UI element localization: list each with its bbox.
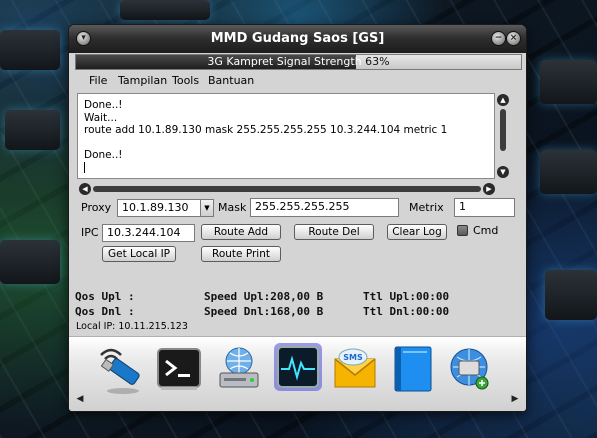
blue-notebook-icon[interactable] [389, 345, 437, 395]
menu-bar: File Tampilan Tools Bantuan [69, 72, 526, 90]
keyboard-key [120, 0, 210, 20]
system-menu-button[interactable]: ▾ [77, 32, 90, 45]
keyboard-key [5, 110, 60, 150]
speed-download-value: Speed Dnl:168,00 B [204, 305, 324, 318]
menu-file[interactable]: File [89, 72, 107, 90]
dock-scroll-left-icon[interactable]: ◀ [75, 394, 85, 404]
metrix-input[interactable]: 1 [454, 198, 515, 217]
log-output[interactable]: Done..! Wait... route add 10.1.89.130 mask… [77, 93, 495, 179]
scroll-down-icon[interactable]: ▼ [497, 166, 509, 178]
chevron-down-icon[interactable]: ▼ [200, 199, 214, 217]
keyboard-key [545, 270, 597, 320]
cmd-label: Cmd [473, 224, 499, 237]
usb-modem-icon[interactable] [95, 345, 143, 395]
dock-bar: SMS ◀ ▶ [69, 336, 526, 411]
window-title: MMD Gudang Saos [GS] [210, 31, 385, 46]
signal-strength-text: 3G Kampret Signal Strength 63% [76, 55, 521, 69]
signal-strength-label: 3G Kampret Signal Strength [207, 55, 362, 68]
log-line: Done..! [84, 149, 123, 161]
clear-log-button[interactable]: Clear Log [387, 224, 447, 240]
log-line: Done..! [84, 99, 123, 111]
proxy-select[interactable]: 10.1.89.130 [117, 199, 201, 217]
log-line: ​ [84, 137, 488, 150]
metrix-label: Metrix [409, 201, 444, 214]
scroll-right-icon[interactable]: ▶ [483, 183, 495, 195]
svg-text:SMS: SMS [343, 353, 363, 362]
log-line: route add 10.1.89.130 mask 255.255.255.2… [84, 124, 448, 136]
keyboard-key [0, 30, 60, 70]
speed-upload-value: Speed Upl:208,00 B [204, 290, 324, 303]
qos-download-label: Qos Dnl : [75, 305, 135, 318]
qos-upload-label: Qos Upl : [75, 290, 135, 303]
dock-scroll-right-icon[interactable]: ▶ [510, 394, 520, 404]
text-caret [84, 162, 85, 173]
cmd-checkbox[interactable] [457, 225, 468, 236]
title-bar[interactable]: ▾ MMD Gudang Saos [GS] − × [69, 25, 526, 53]
menu-tampilan[interactable]: Tampilan [118, 72, 167, 90]
ipc-label: IPC [81, 226, 99, 239]
route-del-button[interactable]: Route Del [294, 224, 374, 240]
total-download-time: Ttl Dnl:00:00 [363, 305, 450, 318]
sms-envelope-icon[interactable]: SMS [331, 345, 379, 395]
scroll-left-icon[interactable]: ◀ [79, 183, 91, 195]
ipc-input[interactable]: 10.3.244.104 [102, 224, 195, 242]
keyboard-key [0, 240, 60, 284]
mask-input[interactable]: 255.255.255.255 [250, 198, 399, 217]
menu-bantuan[interactable]: Bantuan [208, 72, 254, 90]
route-print-button[interactable]: Route Print [201, 246, 281, 262]
keyboard-key [540, 60, 597, 104]
app-window: ▾ MMD Gudang Saos [GS] − × 3G Kampret Si… [69, 25, 526, 411]
activity-monitor-icon[interactable] [272, 341, 324, 397]
close-button[interactable]: × [507, 32, 520, 45]
network-globe-icon[interactable] [445, 345, 493, 395]
get-local-ip-button[interactable]: Get Local IP [102, 246, 176, 262]
keyboard-key [540, 150, 597, 194]
mask-label: Mask [218, 201, 247, 214]
signal-strength-percent: 63% [365, 55, 390, 68]
scroll-up-icon[interactable]: ▲ [497, 94, 509, 106]
terminal-icon[interactable] [155, 345, 203, 395]
log-horizontal-scrollbar[interactable]: ◀ ▶ [78, 182, 496, 196]
log-line: Wait... [84, 111, 118, 124]
local-ip-text: Local IP: 10.11.215.123 [76, 321, 188, 332]
minimize-button[interactable]: − [492, 32, 505, 45]
proxy-label: Proxy [81, 201, 112, 214]
route-add-button[interactable]: Route Add [201, 224, 281, 240]
menu-tools[interactable]: Tools [172, 72, 199, 90]
log-vertical-scrollbar[interactable]: ▲ ▼ [496, 93, 510, 179]
vertical-scroll-thumb[interactable] [500, 109, 506, 151]
total-upload-time: Ttl Upl:00:00 [363, 290, 450, 303]
horizontal-scroll-thumb[interactable] [93, 186, 481, 192]
network-drive-icon[interactable] [215, 345, 263, 395]
signal-strength-bar: 3G Kampret Signal Strength 63% [75, 54, 522, 70]
